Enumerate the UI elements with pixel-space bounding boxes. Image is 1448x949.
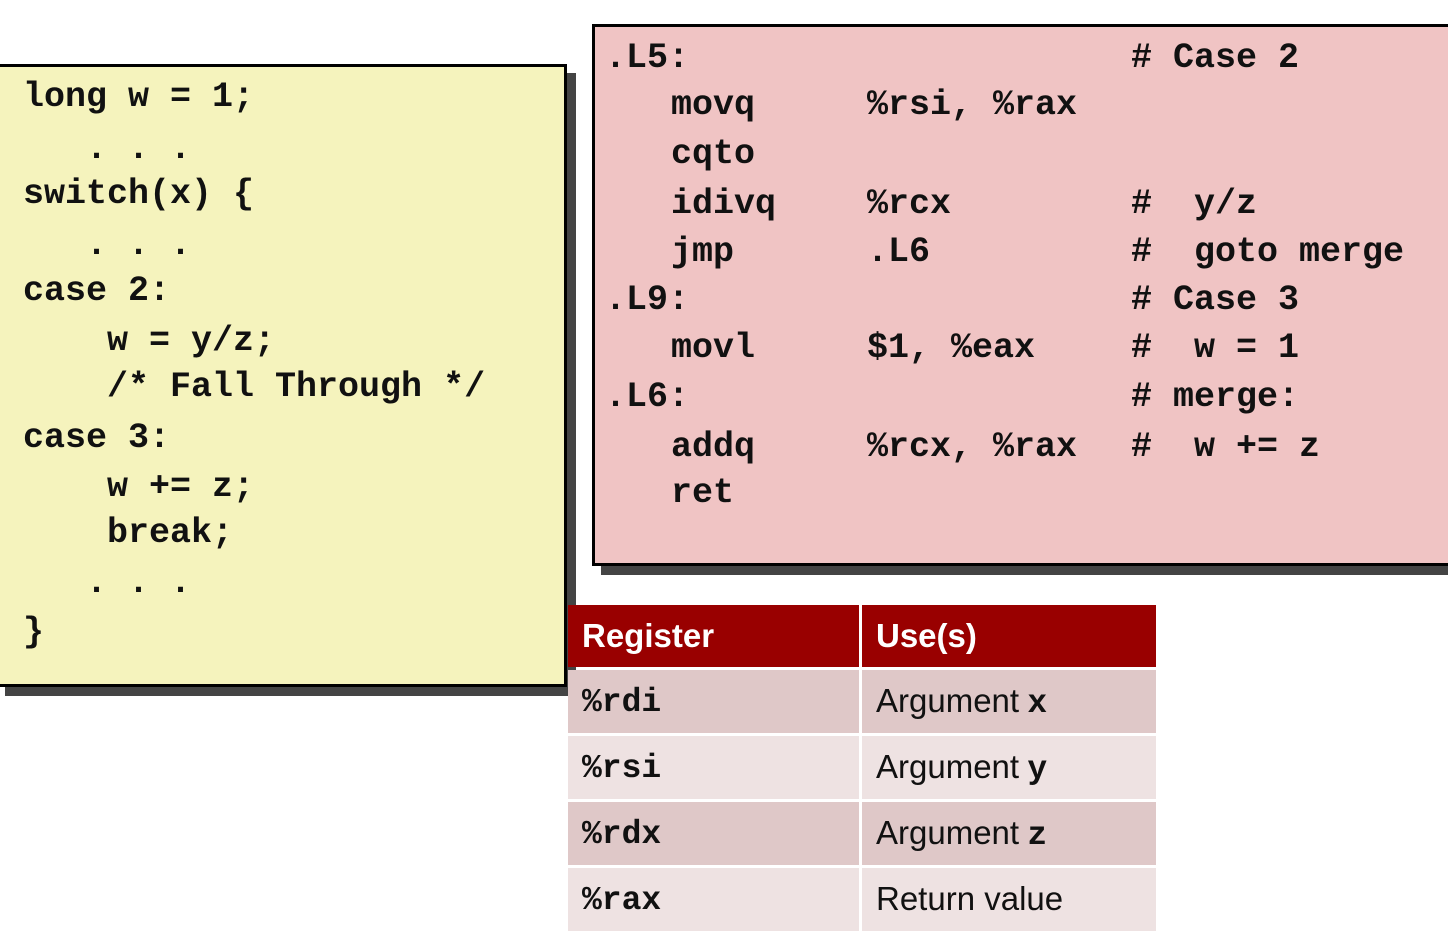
use-variable: x	[1027, 684, 1048, 722]
c-code-line: /* Fall Through */	[23, 367, 486, 407]
c-code-line: long w = 1;	[23, 77, 255, 117]
c-code-line: w = y/z;	[23, 321, 276, 361]
asm-label: .L6:	[605, 377, 690, 417]
asm-comment: # Case 3	[1131, 280, 1300, 320]
use-text: Argument	[876, 681, 1020, 719]
use-cell: Argument y	[862, 736, 1156, 799]
asm-operands: .L6	[867, 232, 931, 272]
asm-opcode: addq	[671, 427, 756, 467]
use-cell: Argument z	[862, 802, 1156, 865]
register-cell: %rdi	[568, 670, 859, 733]
use-cell: Return value	[862, 868, 1156, 931]
asm-line: movq %rsi, %rax	[595, 85, 1448, 125]
c-code-line: . . .	[23, 225, 192, 265]
use-variable: y	[1027, 750, 1048, 788]
register-name: %rax	[582, 881, 662, 919]
asm-line: jmp .L6 # goto merge	[595, 232, 1448, 272]
asm-line: idivq %rcx # y/z	[595, 184, 1448, 224]
use-cell: Argument x	[862, 670, 1156, 733]
asm-comment: # Case 2	[1131, 38, 1300, 78]
asm-comment: # goto merge	[1131, 232, 1405, 272]
header-uses: Use(s)	[862, 605, 1156, 667]
table-row: %rax Return value	[568, 868, 1156, 931]
asm-label: .L5:	[605, 38, 690, 78]
c-code-line: break;	[23, 513, 234, 553]
table-header-row: Register Use(s)	[568, 605, 1156, 667]
use-text: Return value	[876, 879, 1064, 917]
register-name: %rdx	[582, 815, 662, 853]
asm-opcode: movq	[671, 85, 756, 125]
asm-line: addq %rcx, %rax # w += z	[595, 427, 1448, 467]
register-cell: %rdx	[568, 802, 859, 865]
asm-line: .L6: # merge:	[595, 377, 1448, 417]
asm-opcode: movl	[671, 328, 756, 368]
c-code-line: . . .	[23, 129, 192, 169]
use-variable: z	[1027, 816, 1048, 854]
asm-comment: # w = 1	[1131, 328, 1300, 368]
asm-line: cqto	[595, 134, 1448, 174]
register-cell: %rsi	[568, 736, 859, 799]
asm-comment: # merge:	[1131, 377, 1300, 417]
use-text: Argument	[876, 747, 1020, 785]
register-name: %rsi	[582, 749, 662, 787]
asm-line: ret	[595, 473, 1448, 513]
asm-opcode: idivq	[671, 184, 777, 224]
c-code-panel: long w = 1; . . . switch(x) { . . . case…	[0, 64, 567, 687]
asm-comment: # y/z	[1131, 184, 1258, 224]
assembly-code-panel: .L5: # Case 2 movq %rsi, %rax cqto idivq…	[592, 24, 1448, 566]
table-row: %rdi Argument x	[568, 670, 1156, 733]
asm-opcode: jmp	[671, 232, 735, 272]
asm-opcode: ret	[671, 473, 735, 513]
register-name: %rdi	[582, 683, 662, 721]
header-register: Register	[568, 605, 859, 667]
asm-operands: %rcx	[867, 184, 952, 224]
asm-line: movl $1, %eax # w = 1	[595, 328, 1448, 368]
table-row: %rdx Argument z	[568, 802, 1156, 865]
c-code-line: case 3:	[23, 418, 171, 458]
c-code-line: w += z;	[23, 467, 255, 507]
c-code-line: }	[23, 612, 45, 652]
asm-opcode: cqto	[671, 134, 756, 174]
register-cell: %rax	[568, 868, 859, 931]
register-usage-table: Register Use(s) %rdi Argument x %rsi Arg…	[565, 602, 1159, 934]
asm-label: .L9:	[605, 280, 690, 320]
asm-operands: %rsi, %rax	[867, 85, 1078, 125]
use-text: Argument	[876, 813, 1020, 851]
c-code-line: switch(x) {	[23, 174, 255, 214]
table-row: %rsi Argument y	[568, 736, 1156, 799]
asm-operands: $1, %eax	[867, 328, 1036, 368]
c-code-line: . . .	[23, 563, 192, 603]
asm-line: .L5: # Case 2	[595, 38, 1448, 78]
asm-operands: %rcx, %rax	[867, 427, 1078, 467]
asm-comment: # w += z	[1131, 427, 1321, 467]
c-code-line: case 2:	[23, 271, 171, 311]
asm-line: .L9: # Case 3	[595, 280, 1448, 320]
